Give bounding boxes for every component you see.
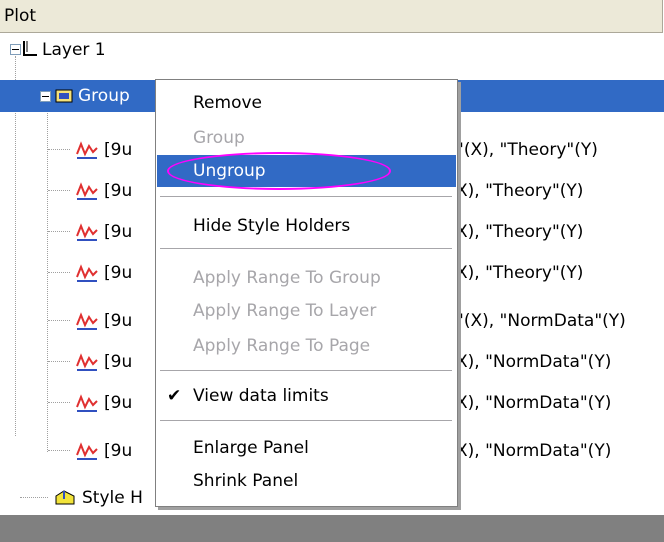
menu-item-shrink-panel[interactable]: Shrink Panel <box>157 465 456 497</box>
menu-item-label: Apply Range To Page <box>193 336 371 356</box>
menu-item-apply-range-group: Apply Range To Group <box>157 262 456 294</box>
menu-item-label: Apply Range To Group <box>193 268 381 288</box>
plot-label-right: "(X), "Theory"(Y) <box>456 140 598 160</box>
menu-item-ungroup[interactable]: Ungroup <box>157 152 456 190</box>
status-strip <box>0 515 664 542</box>
plot-curve-icon <box>76 394 98 412</box>
plot-label-right: "(X), "NormData"(Y) <box>456 311 626 331</box>
tree-line <box>48 402 70 403</box>
plot-label-left: [9u <box>104 441 133 461</box>
menu-item-label: View data limits <box>193 386 329 406</box>
collapse-toggle[interactable] <box>40 91 51 102</box>
tree-line <box>48 190 70 191</box>
tree-line <box>48 450 70 451</box>
menu-item-label: Ungroup <box>193 161 266 181</box>
group-folder-icon <box>55 89 73 103</box>
menu-item-label: Hide Style Holders <box>193 216 351 236</box>
plot-label-right: X), "Theory"(Y) <box>456 263 584 283</box>
plot-curve-icon <box>76 312 98 330</box>
plot-curve-icon <box>76 353 98 371</box>
menu-item-hide-style-holders[interactable]: Hide Style Holders <box>157 210 456 242</box>
plot-curve-icon <box>76 223 98 241</box>
menu-item-label: Remove <box>193 93 262 113</box>
tree-line <box>48 272 70 273</box>
checkmark-icon: ✔ <box>167 386 182 406</box>
plot-label-left: [9u <box>104 393 133 413</box>
tree-line <box>48 361 70 362</box>
menu-item-apply-range-layer: Apply Range To Layer <box>157 295 456 327</box>
collapse-toggle[interactable] <box>10 44 21 55</box>
menu-item-label: Group <box>193 128 245 148</box>
tree-line <box>20 497 48 498</box>
menu-separator <box>160 196 452 197</box>
menu-item-group: Group <box>157 122 456 154</box>
plot-curve-icon <box>76 442 98 460</box>
menu-separator <box>160 420 452 421</box>
style-holder-icon <box>55 490 75 505</box>
tree-line <box>48 231 70 232</box>
plot-label-right: X), "NormData"(Y) <box>456 352 612 372</box>
plot-label-left: [9u <box>104 181 133 201</box>
menu-separator <box>160 370 452 371</box>
plot-label-right: X), "NormData"(Y) <box>456 441 612 461</box>
menu-item-remove[interactable]: Remove <box>157 87 456 119</box>
plot-panel-header: Plot <box>0 0 663 33</box>
plot-label-left: [9u <box>104 140 133 160</box>
plot-curve-icon <box>76 264 98 282</box>
menu-item-label: Enlarge Panel <box>193 438 309 458</box>
menu-item-view-data-limits[interactable]: ✔ View data limits <box>157 380 456 412</box>
plot-label-right: X), "Theory"(Y) <box>456 181 584 201</box>
layer-label: Layer 1 <box>42 40 106 60</box>
plot-label-left: [9u <box>104 352 133 372</box>
context-menu[interactable]: Remove Group Ungroup Hide Style Holders … <box>155 79 458 507</box>
plot-label-left: [9u <box>104 222 133 242</box>
menu-item-label: Apply Range To Layer <box>193 301 377 321</box>
plot-label-right: X), "NormData"(Y) <box>456 393 612 413</box>
plot-curve-icon <box>76 182 98 200</box>
panel-title: Plot <box>4 6 37 26</box>
style-holders-label: Style H <box>82 488 143 508</box>
menu-item-label: Shrink Panel <box>193 471 299 491</box>
layer-axes-icon <box>23 41 37 56</box>
group-label: Group <box>78 86 130 106</box>
plot-label-right: X), "Theory"(Y) <box>456 222 584 242</box>
menu-separator <box>160 248 452 249</box>
tree-line <box>48 320 70 321</box>
menu-item-enlarge-panel[interactable]: Enlarge Panel <box>157 432 456 464</box>
plot-label-left: [9u <box>104 263 133 283</box>
menu-item-apply-range-page: Apply Range To Page <box>157 330 456 362</box>
plot-label-left: [9u <box>104 311 133 331</box>
plot-curve-icon <box>76 141 98 159</box>
tree-line <box>48 149 70 150</box>
tree-row-layer[interactable]: Layer 1 <box>0 34 664 66</box>
